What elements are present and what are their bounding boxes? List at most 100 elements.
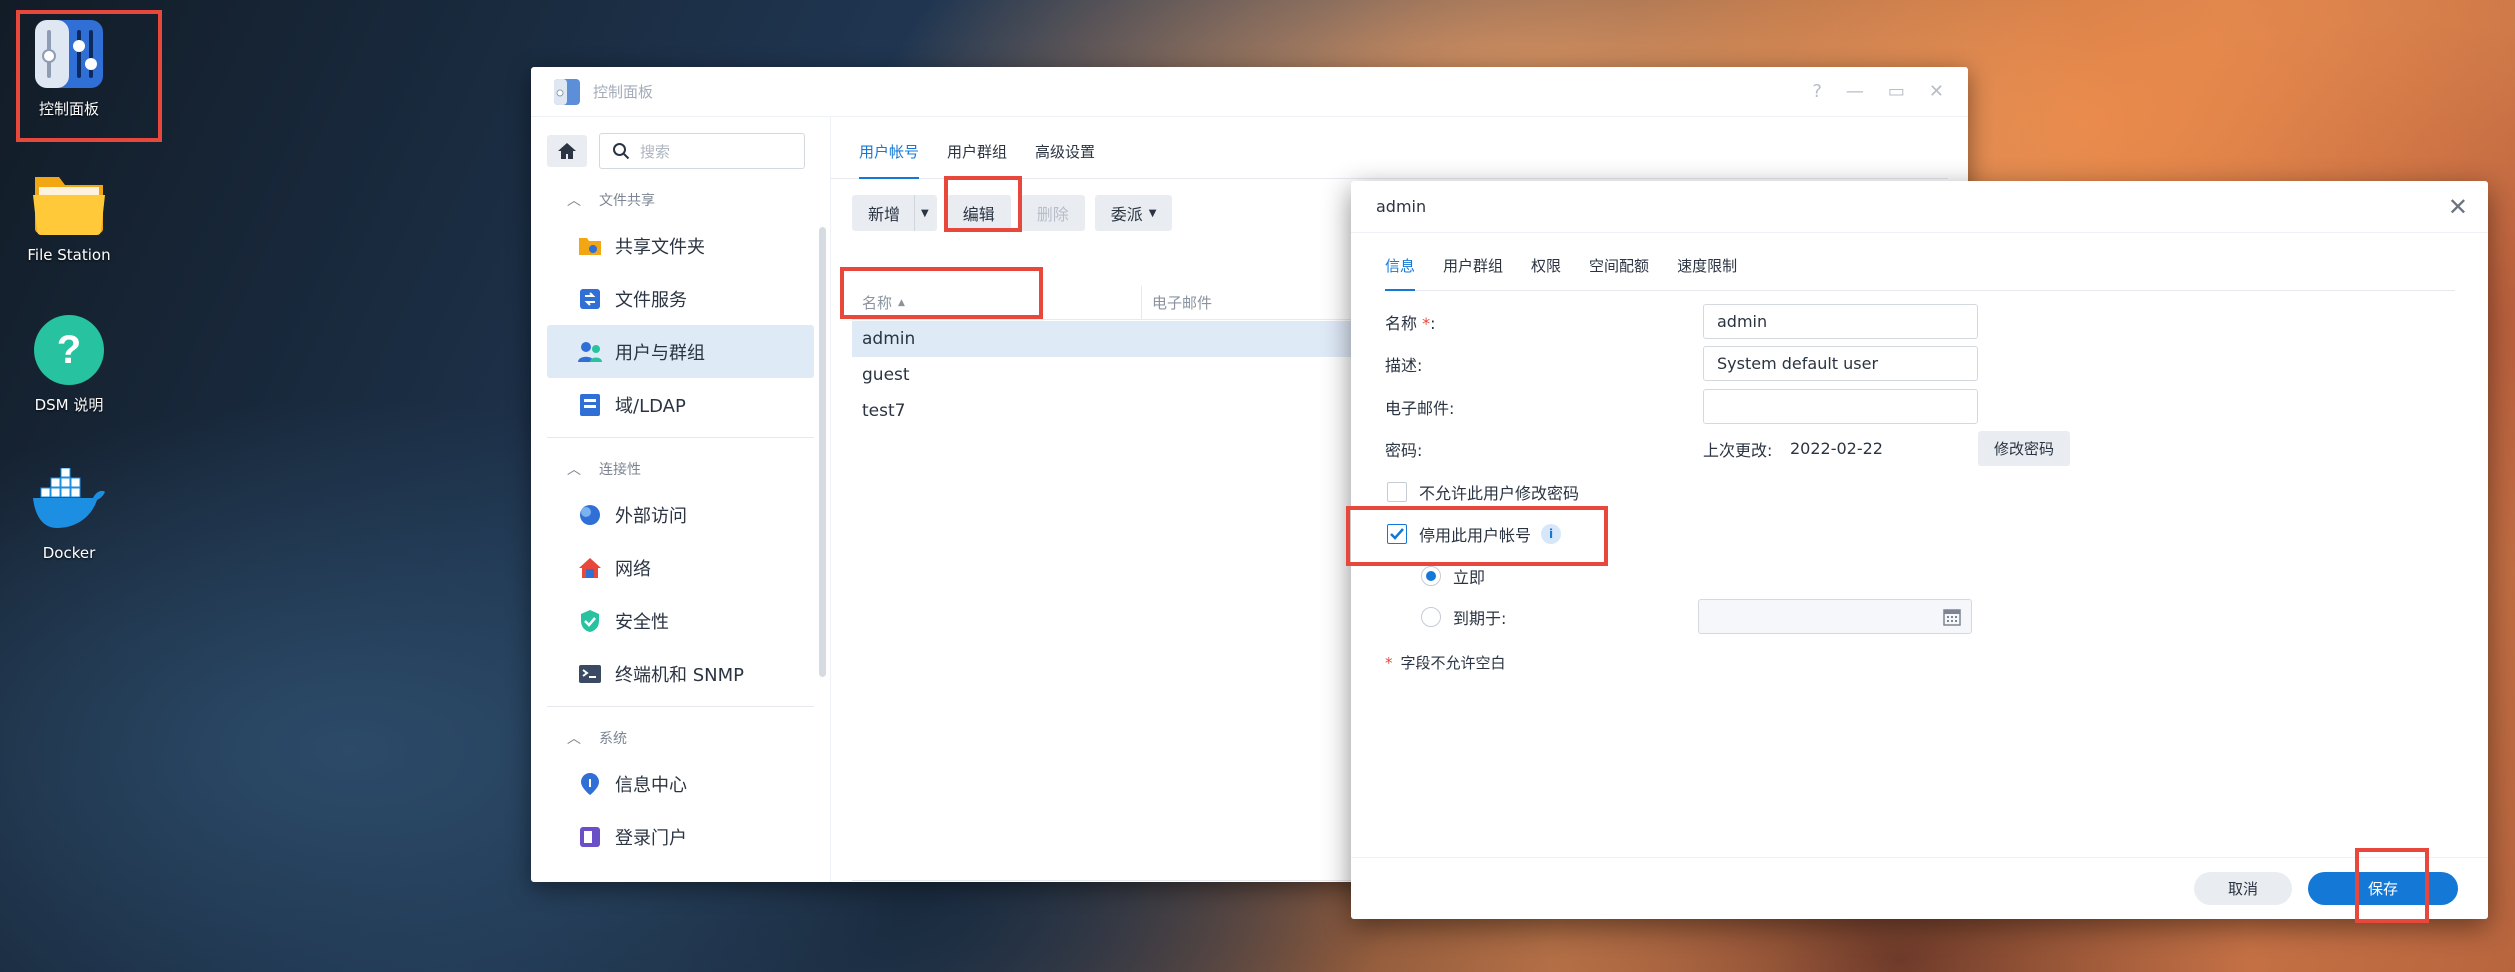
chevron-up-icon: ︿ <box>567 731 581 747</box>
sidebar-item-label: 安全性 <box>615 611 669 633</box>
expire-radio[interactable] <box>1421 606 1441 627</box>
form-row-disable-account: 停用此用户帐号 i <box>1387 522 1562 546</box>
disable-account-label: 停用此用户帐号 <box>1419 526 1532 545</box>
desktop-icon-docker[interactable]: Docker <box>4 462 134 562</box>
email-input[interactable] <box>1703 389 1978 424</box>
add-button[interactable]: 新增 ▼ <box>852 195 937 231</box>
name-input[interactable]: admin <box>1703 304 1978 339</box>
login-portal-icon <box>577 824 603 850</box>
desktop-icon-label: 控制面板 <box>38 100 99 118</box>
nav-section-label: 连接性 <box>599 462 641 478</box>
disallow-change-label: 不允许此用户修改密码 <box>1419 484 1580 503</box>
form-row-immediately: 立即 <box>1421 564 1485 588</box>
calendar-icon[interactable] <box>1943 608 1961 626</box>
save-button[interactable]: 保存 <box>2308 872 2458 905</box>
sidebar-item-label: 终端机和 SNMP <box>615 664 744 686</box>
close-button[interactable]: ✕ <box>1929 81 1944 102</box>
assign-button-label: 委派 <box>1110 205 1143 224</box>
close-icon[interactable]: ✕ <box>2448 193 2468 221</box>
minimize-button[interactable]: — <box>1846 81 1864 102</box>
chevron-up-icon: ︿ <box>567 193 581 209</box>
sidebar-item-info-center[interactable]: 信息中心 <box>547 757 814 810</box>
name-label: 名称 *: <box>1385 313 1436 333</box>
sidebar-item-label: 文件服务 <box>615 289 687 311</box>
sidebar-item-login-portal[interactable]: 登录门户 <box>547 810 814 863</box>
form-row-password: 密码: 上次更改: 2022-02-22 修改密码 <box>1385 431 2071 466</box>
change-password-button[interactable]: 修改密码 <box>1978 431 2071 466</box>
sidebar-scrollbar[interactable] <box>819 227 826 677</box>
sidebar-item-label: 登录门户 <box>615 827 687 849</box>
desktop-icon-control-panel[interactable]: 控制面板 <box>4 16 134 119</box>
user-group-icon <box>577 339 603 365</box>
tab-quota[interactable]: 空间配额 <box>1589 255 1649 291</box>
sidebar-item-ldap[interactable]: 域/LDAP <box>547 378 814 431</box>
sidebar-item-file-services[interactable]: 文件服务 <box>547 272 814 325</box>
nav-section-label: 系统 <box>599 731 627 747</box>
column-header-name[interactable]: 名称 ▲ <box>852 286 1142 319</box>
tab-bar: 用户帐号 用户群组 高级设置 <box>831 117 1948 179</box>
window-title: 控制面板 <box>593 83 654 101</box>
sidebar-item-user-group[interactable]: 用户与群组 <box>547 325 814 378</box>
search-icon <box>613 143 630 160</box>
help-button[interactable]: ? <box>1812 81 1822 102</box>
last-changed-value: 2022-02-22 <box>1790 439 1883 458</box>
form-row-description: 描述: System default user <box>1385 346 1978 381</box>
sidebar-item-shared-folder[interactable]: 共享文件夹 <box>547 219 814 272</box>
tab-permissions[interactable]: 权限 <box>1531 255 1561 291</box>
disable-account-checkbox[interactable] <box>1387 524 1407 544</box>
divider <box>547 437 814 438</box>
home-button[interactable] <box>547 135 587 167</box>
tab-advanced[interactable]: 高级设置 <box>1035 141 1095 179</box>
form-row-disallow-change: 不允许此用户修改密码 <box>1387 480 1579 504</box>
sidebar-item-label: 用户与群组 <box>615 342 705 364</box>
sidebar-item-label: 网络 <box>615 558 651 580</box>
caret-down-icon[interactable]: ▼ <box>921 208 937 219</box>
sidebar-item-security[interactable]: 安全性 <box>547 594 814 647</box>
column-header-email[interactable]: 电子邮件 <box>1142 286 1212 319</box>
shared-folder-icon <box>577 233 603 259</box>
tab-user-groups[interactable]: 用户群组 <box>947 141 1007 179</box>
delete-button[interactable]: 删除 <box>1020 195 1085 231</box>
tab-info[interactable]: 信息 <box>1385 255 1416 291</box>
tab-speed-limit[interactable]: 速度限制 <box>1677 255 1737 291</box>
desktop-icon-dsm-help[interactable]: ? DSM 说明 <box>4 312 134 415</box>
info-icon[interactable]: i <box>1541 524 1562 544</box>
info-center-icon <box>577 771 603 797</box>
search-placeholder: 搜索 <box>640 142 671 161</box>
disallow-change-checkbox[interactable] <box>1387 482 1407 502</box>
dialog-footer: 取消 保存 <box>1351 857 2488 919</box>
sidebar-item-label: 共享文件夹 <box>615 236 705 258</box>
tab-user-accounts[interactable]: 用户帐号 <box>859 141 920 179</box>
form-row-expire: 到期于: <box>1421 599 1972 634</box>
expire-date-input[interactable] <box>1698 599 1972 634</box>
description-input[interactable]: System default user <box>1703 346 1978 381</box>
edit-button[interactable]: 编辑 <box>946 195 1011 231</box>
sidebar-item-network[interactable]: 网络 <box>547 541 814 594</box>
sidebar-item-external-access[interactable]: 外部访问 <box>547 488 814 541</box>
window-titlebar[interactable]: 控制面板 ? — ▭ ✕ <box>531 67 1968 117</box>
caret-down-icon: ▼ <box>1148 207 1157 219</box>
search-input[interactable]: 搜索 <box>599 133 805 169</box>
sidebar-item-terminal[interactable]: 终端机和 SNMP <box>547 647 814 700</box>
desktop-icon-label: File Station <box>27 246 111 264</box>
nav-section-file-sharing: ︿ 文件共享 共享文件夹 文件服务 用户与群组 域/LDAP <box>531 181 830 431</box>
external-access-icon <box>577 502 603 528</box>
nav-section-system: ︿ 系统 信息中心 登录门户 <box>531 719 830 863</box>
last-changed-label: 上次更改: <box>1703 440 1773 460</box>
cancel-button[interactable]: 取消 <box>2194 872 2292 905</box>
desktop-icon-file-station[interactable]: File Station <box>4 164 134 264</box>
control-panel-icon <box>554 78 580 105</box>
required-note-text: 字段不允许空白 <box>1400 654 1506 672</box>
tab-user-groups[interactable]: 用户群组 <box>1443 255 1503 291</box>
nav-section-header[interactable]: ︿ 文件共享 <box>531 181 830 219</box>
svg-text:?: ? <box>57 328 81 372</box>
nav-section-header[interactable]: ︿ 连接性 <box>531 450 830 488</box>
assign-button[interactable]: 委派 ▼ <box>1094 195 1173 231</box>
checkmark-icon <box>1390 528 1404 540</box>
maximize-button[interactable]: ▭ <box>1888 81 1905 102</box>
dialog-header[interactable]: admin ✕ <box>1351 181 2488 233</box>
home-icon <box>558 143 576 159</box>
required-note: * 字段不允许空白 <box>1385 652 1506 673</box>
immediately-radio[interactable] <box>1421 566 1441 586</box>
nav-section-header[interactable]: ︿ 系统 <box>531 719 830 757</box>
